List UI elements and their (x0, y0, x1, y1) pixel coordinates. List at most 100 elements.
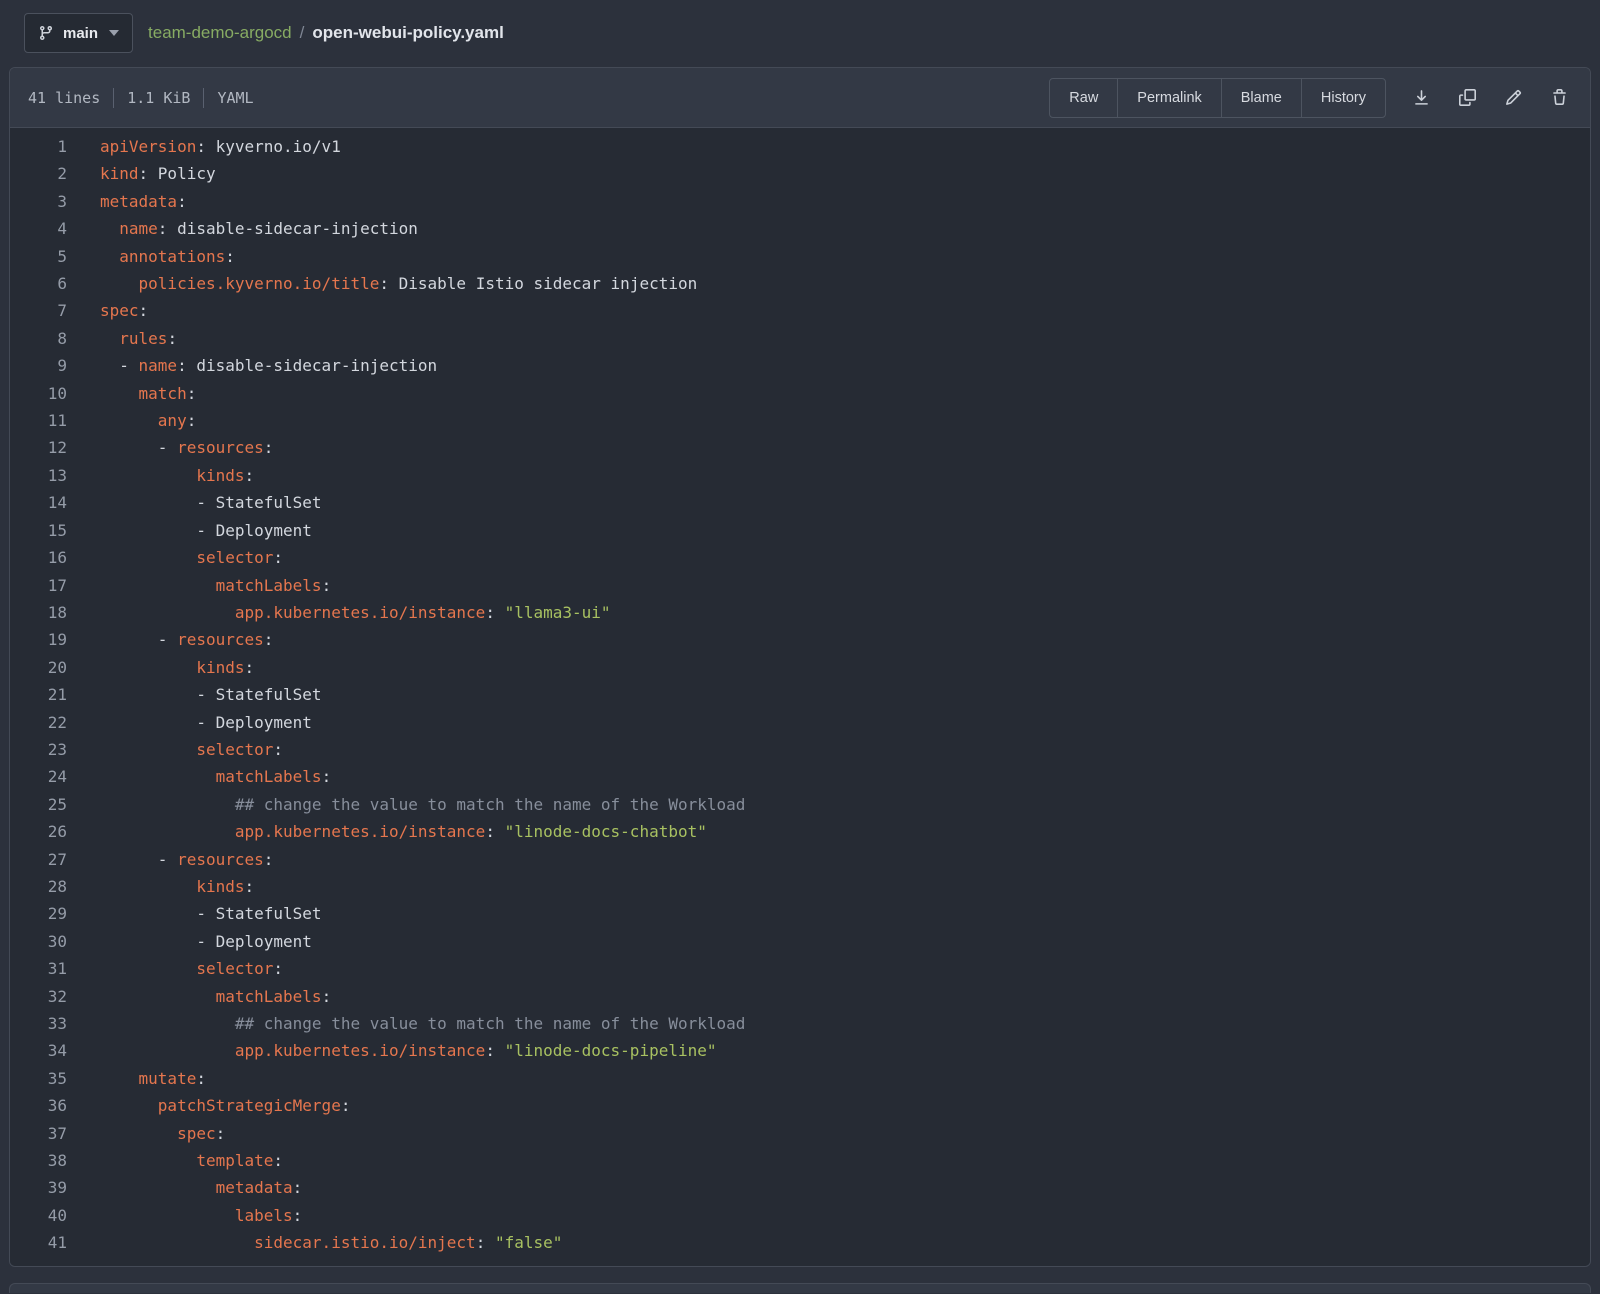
edit-button[interactable] (1494, 79, 1532, 117)
code-line-content: rules: (100, 325, 177, 352)
blame-button[interactable]: Blame (1221, 79, 1301, 117)
line-number[interactable]: 1 (10, 133, 67, 160)
line-number[interactable]: 2 (10, 160, 67, 187)
history-button[interactable]: History (1301, 79, 1385, 117)
line-number[interactable]: 16 (10, 544, 67, 571)
line-number[interactable]: 21 (10, 681, 67, 708)
line-number[interactable]: 9 (10, 352, 67, 379)
code-line-content: matchLabels: (100, 983, 331, 1010)
code-line: 34 app.kubernetes.io/instance: "linode-d… (10, 1037, 1590, 1064)
line-number[interactable]: 29 (10, 900, 67, 927)
code-line-content: selector: (100, 955, 283, 982)
line-number[interactable]: 24 (10, 763, 67, 790)
code-line: 15 - Deployment (10, 517, 1590, 544)
line-number[interactable]: 4 (10, 215, 67, 242)
code-line: 30 - Deployment (10, 928, 1590, 955)
code-line: 37 spec: (10, 1120, 1590, 1147)
line-number[interactable]: 41 (10, 1229, 67, 1256)
code-line-content: ## change the value to match the name of… (100, 1010, 745, 1037)
line-number[interactable]: 17 (10, 572, 67, 599)
line-number[interactable]: 31 (10, 955, 67, 982)
code-line: 12 - resources: (10, 434, 1590, 461)
line-number[interactable]: 37 (10, 1120, 67, 1147)
code-line: 32 matchLabels: (10, 983, 1590, 1010)
code-line: 40 labels: (10, 1202, 1590, 1229)
download-button[interactable] (1402, 79, 1440, 117)
code-line-content: spec: (100, 1120, 225, 1147)
file-line-count: 41 lines (28, 89, 100, 107)
line-number[interactable]: 20 (10, 654, 67, 681)
line-number[interactable]: 33 (10, 1010, 67, 1037)
line-number[interactable]: 36 (10, 1092, 67, 1119)
line-number[interactable]: 3 (10, 188, 67, 215)
code-line-content: template: (100, 1147, 283, 1174)
line-number[interactable]: 25 (10, 791, 67, 818)
delete-button[interactable] (1540, 79, 1578, 117)
code-line: 23 selector: (10, 736, 1590, 763)
line-number[interactable]: 12 (10, 434, 67, 461)
code-line: 33 ## change the value to match the name… (10, 1010, 1590, 1037)
code-line: 19 - resources: (10, 626, 1590, 653)
chevron-down-icon (109, 30, 119, 36)
code-line-content: mutate: (100, 1065, 206, 1092)
code-line: 25 ## change the value to match the name… (10, 791, 1590, 818)
code-line-content: - resources: (100, 434, 273, 461)
line-number[interactable]: 38 (10, 1147, 67, 1174)
code-line-content: - resources: (100, 846, 273, 873)
line-number[interactable]: 5 (10, 243, 67, 270)
breadcrumb-file-name: open-webui-policy.yaml (312, 23, 503, 43)
code-line-content: kinds: (100, 462, 254, 489)
line-number[interactable]: 32 (10, 983, 67, 1010)
code-line-content: kind: Policy (100, 160, 216, 187)
code-line: 18 app.kubernetes.io/instance: "llama3-u… (10, 599, 1590, 626)
code-line: 21 - StatefulSet (10, 681, 1590, 708)
line-number[interactable]: 23 (10, 736, 67, 763)
delete-icon (1551, 89, 1568, 106)
code-line-content: annotations: (100, 243, 235, 270)
info-divider (203, 88, 204, 108)
line-number[interactable]: 7 (10, 297, 67, 324)
code-line: 6 policies.kyverno.io/title: Disable Ist… (10, 270, 1590, 297)
line-number[interactable]: 6 (10, 270, 67, 297)
line-number[interactable]: 10 (10, 380, 67, 407)
line-number[interactable]: 27 (10, 846, 67, 873)
line-number[interactable]: 35 (10, 1065, 67, 1092)
line-number[interactable]: 30 (10, 928, 67, 955)
breadcrumb-repo-link[interactable]: team-demo-argocd (148, 23, 292, 43)
code-line-content: - StatefulSet (100, 900, 322, 927)
code-line: 35 mutate: (10, 1065, 1590, 1092)
line-number[interactable]: 34 (10, 1037, 67, 1064)
branch-name-label: main (63, 25, 98, 42)
code-line-content: - Deployment (100, 517, 312, 544)
line-number[interactable]: 28 (10, 873, 67, 900)
git-branch-icon (38, 25, 54, 41)
file-language: YAML (217, 89, 253, 107)
copy-button[interactable] (1448, 79, 1486, 117)
line-number[interactable]: 8 (10, 325, 67, 352)
file-actions: Raw Permalink Blame History (1049, 78, 1578, 118)
code-line: 5 annotations: (10, 243, 1590, 270)
code-line-content: labels: (100, 1202, 302, 1229)
line-number[interactable]: 22 (10, 709, 67, 736)
line-number[interactable]: 19 (10, 626, 67, 653)
line-number[interactable]: 15 (10, 517, 67, 544)
permalink-button[interactable]: Permalink (1117, 79, 1220, 117)
line-number[interactable]: 18 (10, 599, 67, 626)
code-line-content: selector: (100, 736, 283, 763)
code-line-content: app.kubernetes.io/instance: "llama3-ui" (100, 599, 611, 626)
code-line: 22 - Deployment (10, 709, 1590, 736)
line-number[interactable]: 39 (10, 1174, 67, 1201)
raw-button[interactable]: Raw (1050, 79, 1117, 117)
code-line-content: ## change the value to match the name of… (100, 791, 745, 818)
code-lines: 1apiVersion: kyverno.io/v12kind: Policy3… (10, 133, 1590, 1257)
code-line-content: kinds: (100, 873, 254, 900)
line-number[interactable]: 13 (10, 462, 67, 489)
line-number[interactable]: 14 (10, 489, 67, 516)
line-number[interactable]: 40 (10, 1202, 67, 1229)
code-line-content: metadata: (100, 188, 187, 215)
branch-selector-button[interactable]: main (24, 13, 133, 53)
line-number[interactable]: 11 (10, 407, 67, 434)
code-line: 9 - name: disable-sidecar-injection (10, 352, 1590, 379)
code-line-content: match: (100, 380, 196, 407)
line-number[interactable]: 26 (10, 818, 67, 845)
